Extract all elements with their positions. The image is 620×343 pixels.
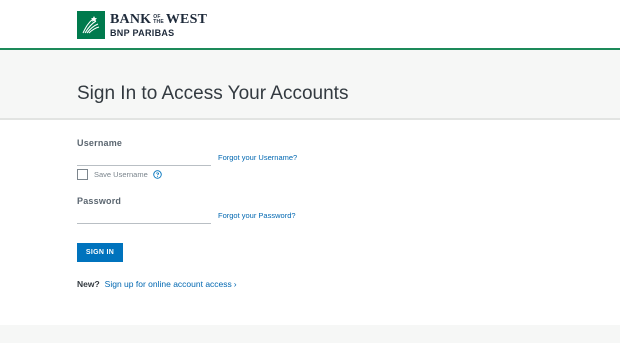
password-input[interactable] — [77, 209, 211, 224]
page-title: Sign In to Access Your Accounts — [77, 83, 349, 104]
forgot-username-link[interactable]: Forgot your Username? — [218, 153, 297, 162]
save-username-checkbox[interactable] — [77, 169, 88, 180]
new-label: New? — [77, 279, 100, 289]
site-header: BANK OF THE WEST BNP PARIBAS — [0, 0, 620, 50]
question-circle-icon[interactable] — [153, 170, 162, 179]
forgot-password-link[interactable]: Forgot your Password? — [218, 211, 296, 220]
bank-logo-wordmark: BANK OF THE WEST — [110, 11, 208, 27]
logo-word-west: WEST — [165, 11, 208, 27]
username-label: Username — [77, 138, 123, 148]
title-band: Sign In to Access Your Accounts — [0, 50, 620, 120]
password-label: Password — [77, 196, 122, 206]
save-username-label: Save Username — [94, 170, 148, 179]
signup-link[interactable]: Sign up for online account access — [105, 279, 232, 289]
logo-of-the: OF THE — [153, 14, 164, 25]
new-user-row: New? Sign up for online account access › — [77, 279, 237, 289]
bank-logo-text: BANK OF THE WEST BNP PARIBAS — [110, 11, 208, 38]
bank-logo-mark-icon — [77, 11, 105, 39]
logo-word-the: THE — [153, 18, 164, 25]
footer-band — [0, 325, 620, 343]
bank-logo[interactable]: BANK OF THE WEST BNP PARIBAS — [77, 11, 207, 39]
chevron-right-icon[interactable]: › — [234, 279, 237, 289]
save-username-row: Save Username — [77, 169, 162, 180]
page: BANK OF THE WEST BNP PARIBAS Sign In to … — [0, 0, 620, 343]
logo-word-bank: BANK — [110, 11, 152, 27]
logo-subbrand: BNP PARIBAS — [110, 27, 175, 38]
username-input[interactable] — [77, 151, 211, 166]
sign-in-button[interactable]: SIGN IN — [77, 243, 123, 262]
